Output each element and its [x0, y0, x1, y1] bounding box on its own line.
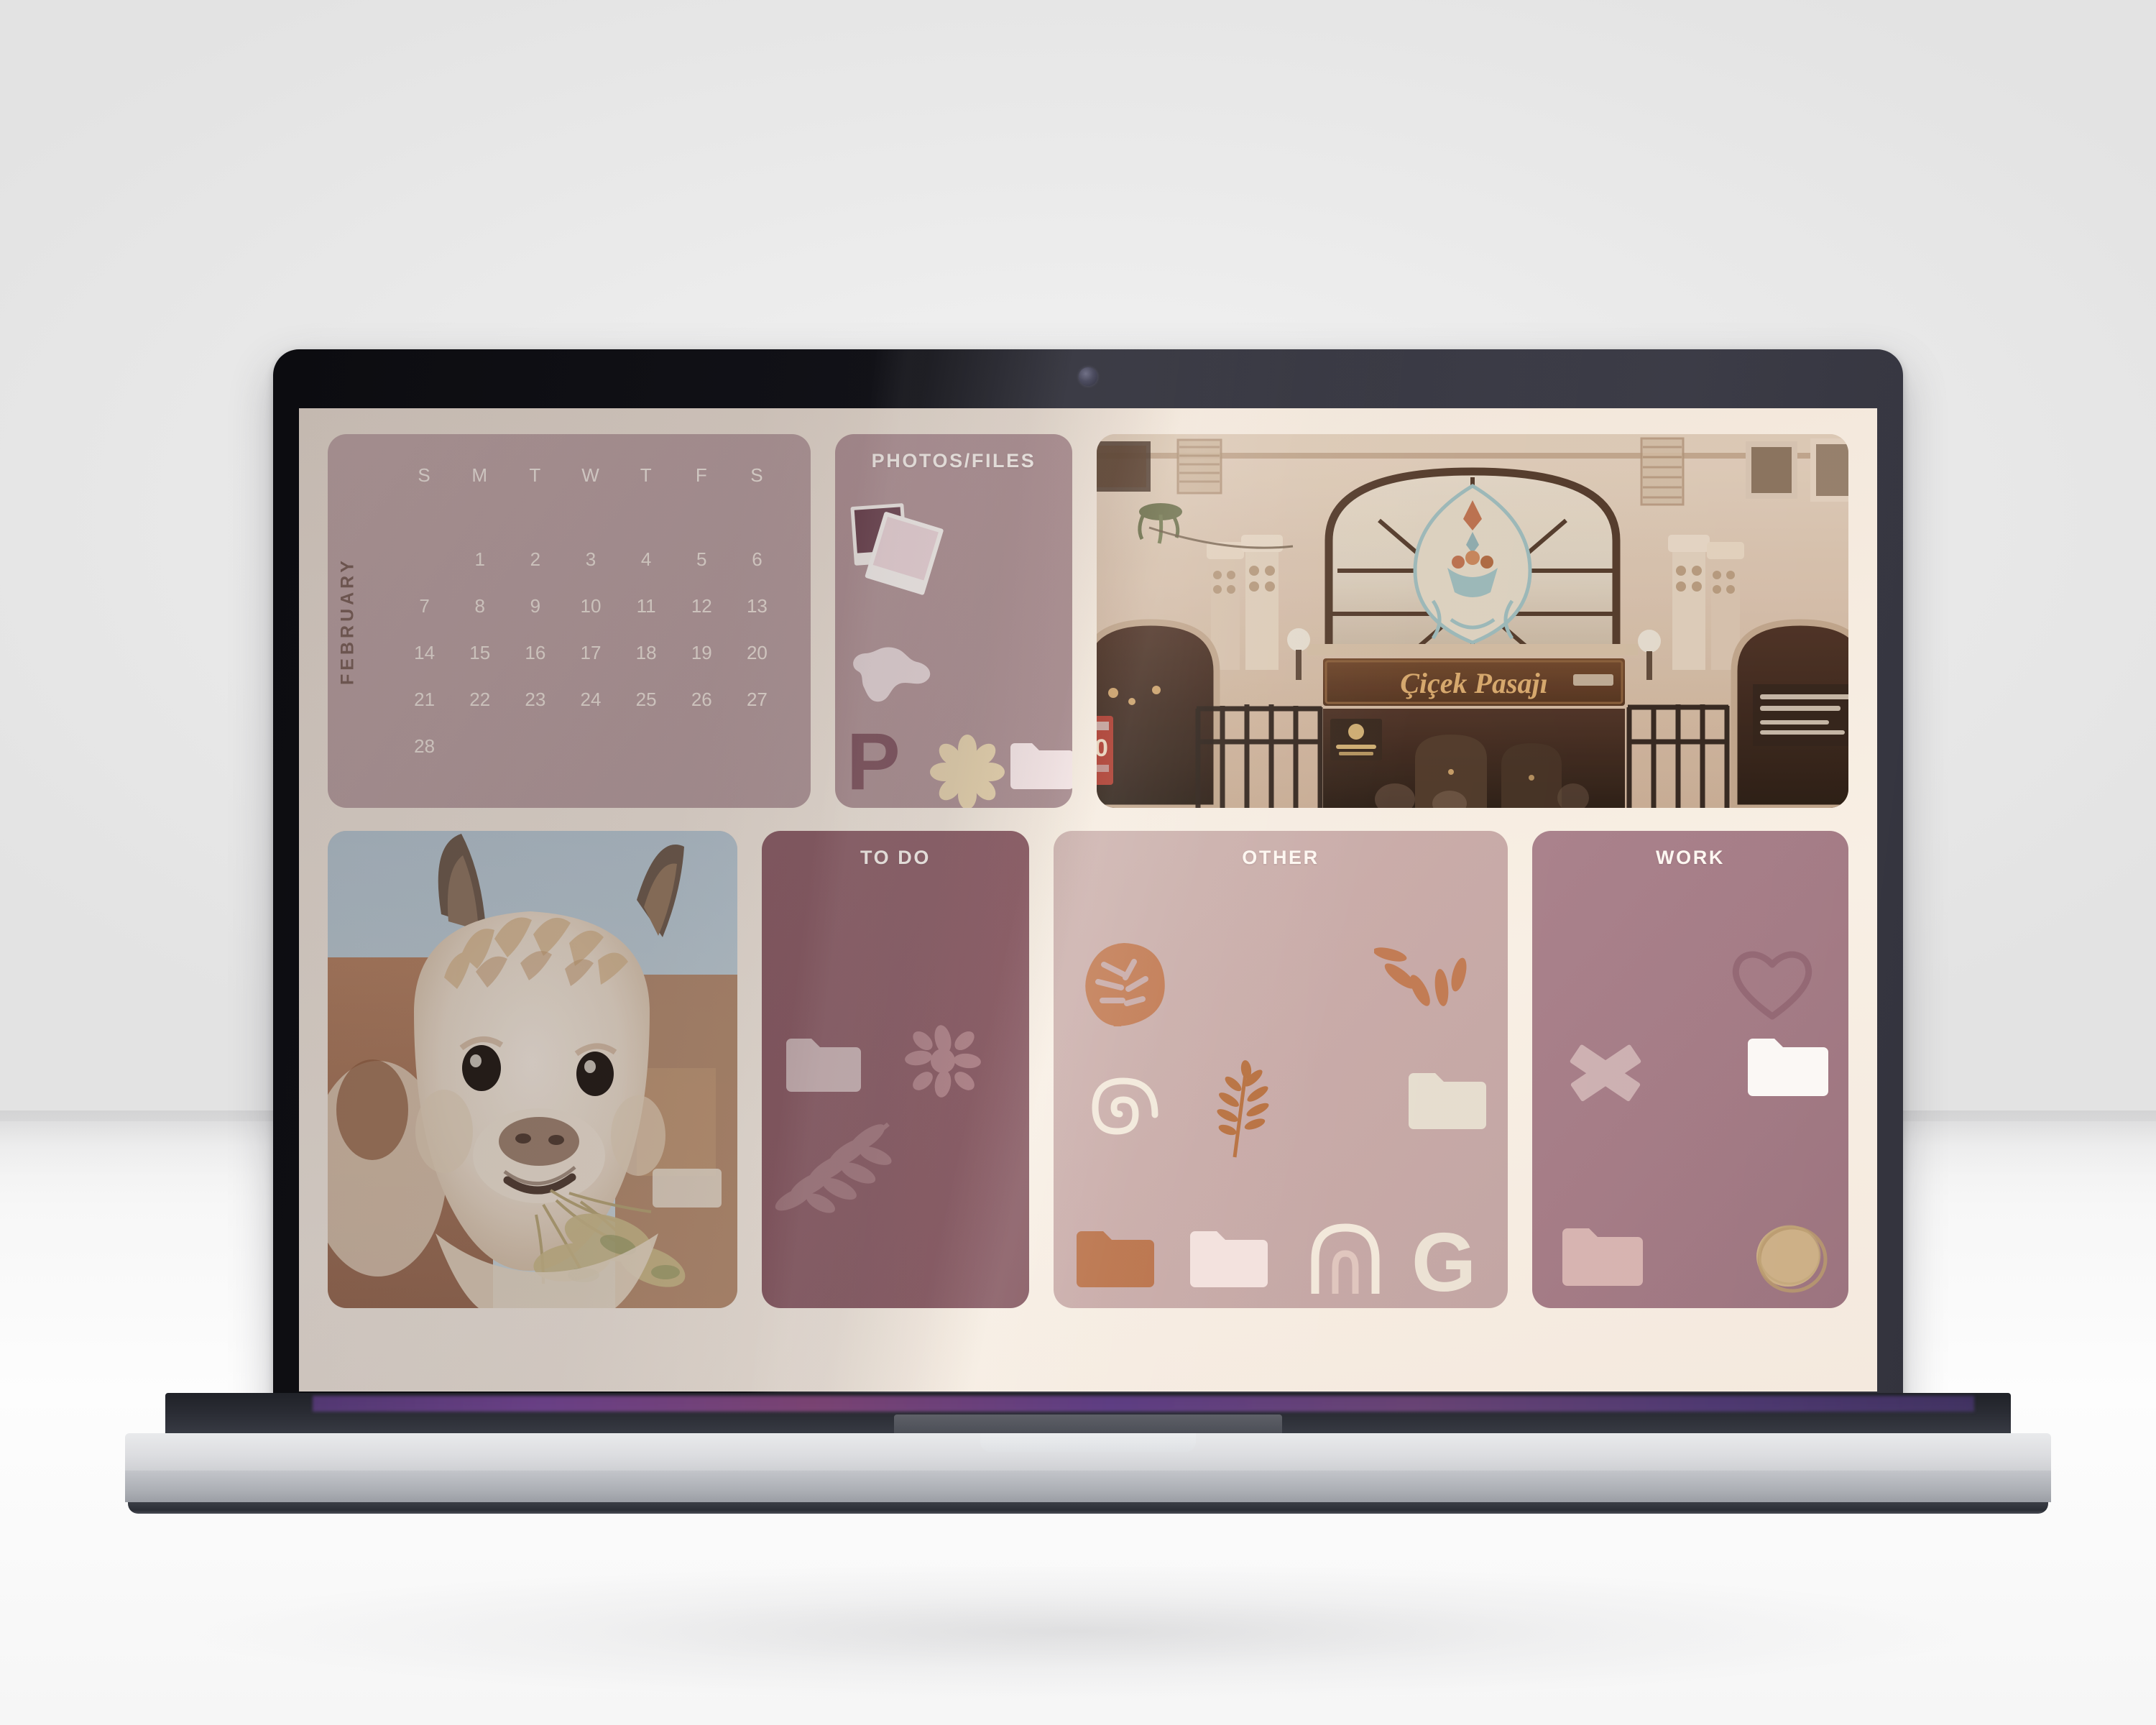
- laptop-screen: FEBRUARY S M T W T F S 1 2 3 4 5 6 7 8 9 10 11 12 13 14 15 16 1…: [299, 408, 1877, 1392]
- calendar-widget[interactable]: FEBRUARY S M T W T F S 1 2 3 4 5 6 7 8 9 10 11 12 13 14 15 16 1…: [328, 434, 811, 808]
- calendar-date-cell[interactable]: 2: [507, 548, 563, 571]
- heart-outline-icon[interactable]: [1729, 944, 1815, 1022]
- flower-asterisk-icon[interactable]: [930, 735, 1005, 808]
- calendar-date-cell[interactable]: 28: [397, 735, 452, 758]
- x-cross-icon[interactable]: [1562, 1034, 1649, 1111]
- keyboard-backlight: [313, 1396, 1974, 1412]
- folder-icon-white[interactable]: [1745, 1034, 1828, 1101]
- calendar-date-cell[interactable]: 19: [674, 642, 729, 664]
- folder-icon-terracotta[interactable]: [1074, 1226, 1154, 1292]
- laptop-base: [125, 1433, 2051, 1519]
- calendar-month-column: FEBRUARY: [328, 434, 368, 808]
- calendar-day-header: M: [471, 464, 489, 486]
- desktop-row-bottom: TO DO OTHER G WORK: [328, 831, 1848, 1308]
- calendar-date-cell[interactable]: 27: [729, 689, 785, 711]
- keyboard-deck: [165, 1393, 2011, 1438]
- calendar-date-cell[interactable]: 1: [452, 548, 507, 571]
- calendar-date-cell[interactable]: 25: [619, 689, 674, 711]
- calendar-date-cell[interactable]: 22: [452, 689, 507, 711]
- calendar-day-header: W: [581, 464, 600, 486]
- arcade-photo[interactable]: Çiçek Pasajı 0: [1097, 434, 1848, 808]
- spiral-icon[interactable]: [1078, 1072, 1161, 1156]
- calendar-date-cell[interactable]: 20: [729, 642, 785, 664]
- alpaca-photo[interactable]: [328, 831, 737, 1308]
- studio-scene: FEBRUARY S M T W T F S 1 2 3 4 5 6 7 8 9 10 11 12 13 14 15 16 1…: [0, 0, 2156, 1725]
- calendar-date-cell[interactable]: 14: [397, 642, 452, 664]
- calendar-date-cell[interactable]: 8: [452, 595, 507, 617]
- calendar-date-cell[interactable]: 12: [674, 595, 729, 617]
- todo-folder-panel[interactable]: TO DO: [762, 831, 1029, 1308]
- work-folder-panel[interactable]: WORK: [1532, 831, 1848, 1308]
- calendar-date-cell[interactable]: 23: [507, 689, 563, 711]
- circle-scribble-icon[interactable]: [1751, 1219, 1831, 1297]
- photos-files-title: PHOTOS/FILES: [871, 450, 1036, 472]
- laptop-device: FEBRUARY S M T W T F S 1 2 3 4 5 6 7 8 9 10 11 12 13 14 15 16 1…: [125, 349, 2051, 1514]
- calendar-body: S M T W T F S 1 2 3 4 5 6 7 8 9 10 11 12 13 14 15 16 17 18 19 20 21…: [368, 434, 811, 808]
- polaroid-photos-icon[interactable]: [848, 500, 956, 597]
- calendar-grid: S M T W T F S 1 2 3 4 5 6 7 8 9 10 11 12 13 14 15 16 17 18 19 20 21…: [397, 464, 785, 758]
- work-title: WORK: [1656, 847, 1725, 868]
- calendar-date-cell[interactable]: 7: [397, 595, 452, 617]
- calendar-date-cell[interactable]: 9: [507, 595, 563, 617]
- contact-shadow: [86, 1567, 2070, 1711]
- splat-flower-icon[interactable]: [904, 1024, 982, 1098]
- calendar-day-header: T: [640, 464, 653, 486]
- rainbow-arch-icon[interactable]: [1307, 1218, 1384, 1298]
- calendar-date-cell[interactable]: 18: [619, 642, 674, 664]
- calendar-date-cell[interactable]: 3: [563, 548, 618, 571]
- folder-icon[interactable]: [783, 1034, 861, 1097]
- calendar-day-header: S: [418, 464, 431, 486]
- calendar-date-cell[interactable]: 11: [619, 595, 674, 617]
- calendar-date-cell[interactable]: 26: [674, 689, 729, 711]
- folder-icon-pink[interactable]: [1560, 1223, 1643, 1291]
- calendar-date-cell[interactable]: 15: [452, 642, 507, 664]
- calendar-date-cell[interactable]: 24: [563, 689, 618, 711]
- calendar-date-cell[interactable]: 6: [729, 548, 785, 571]
- calendar-date-cell[interactable]: 21: [397, 689, 452, 711]
- fern-leaf-icon[interactable]: [773, 1111, 900, 1218]
- photos-files-folder-panel[interactable]: PHOTOS/FILES P: [835, 434, 1072, 808]
- monstera-leaf-icon[interactable]: [1079, 940, 1169, 1030]
- calendar-date-cell[interactable]: 16: [507, 642, 563, 664]
- other-folder-panel[interactable]: OTHER G: [1054, 831, 1508, 1308]
- calendar-month-label: FEBRUARY: [337, 557, 358, 685]
- folder-icon[interactable]: [1008, 739, 1072, 794]
- folder-icon-cream[interactable]: [1406, 1068, 1486, 1134]
- base-bottom-edge: [128, 1502, 2048, 1514]
- calendar-spacer: [397, 511, 785, 524]
- letter-g-icon[interactable]: G: [1411, 1220, 1476, 1304]
- sun-rays-icon[interactable]: [1373, 936, 1470, 1016]
- calendar-day-header: F: [695, 464, 708, 486]
- desktop-wallpaper: FEBRUARY S M T W T F S 1 2 3 4 5 6 7 8 9 10 11 12 13 14 15 16 1…: [299, 408, 1877, 1392]
- desktop-row-top: FEBRUARY S M T W T F S 1 2 3 4 5 6 7 8 9 10 11 12 13 14 15 16 1…: [328, 434, 1848, 808]
- wheat-stem-icon[interactable]: [1207, 1059, 1282, 1160]
- calendar-date-cell[interactable]: 17: [563, 642, 618, 664]
- todo-title: TO DO: [860, 847, 931, 868]
- letter-p-icon[interactable]: P: [847, 722, 900, 802]
- calendar-date-cell[interactable]: 13: [729, 595, 785, 617]
- other-title: OTHER: [1242, 847, 1319, 868]
- blob-splat-icon[interactable]: [845, 640, 937, 706]
- calendar-day-header: T: [529, 464, 542, 486]
- calendar-date-cell[interactable]: 5: [674, 548, 729, 571]
- folder-icon-pink[interactable]: [1187, 1226, 1268, 1292]
- base-front-edge: [125, 1471, 2051, 1502]
- webcam-icon: [1079, 367, 1097, 386]
- calendar-date-cell[interactable]: 4: [619, 548, 674, 571]
- calendar-date-cell[interactable]: 10: [563, 595, 618, 617]
- base-notch: [980, 1433, 1196, 1452]
- calendar-day-header: S: [750, 464, 764, 486]
